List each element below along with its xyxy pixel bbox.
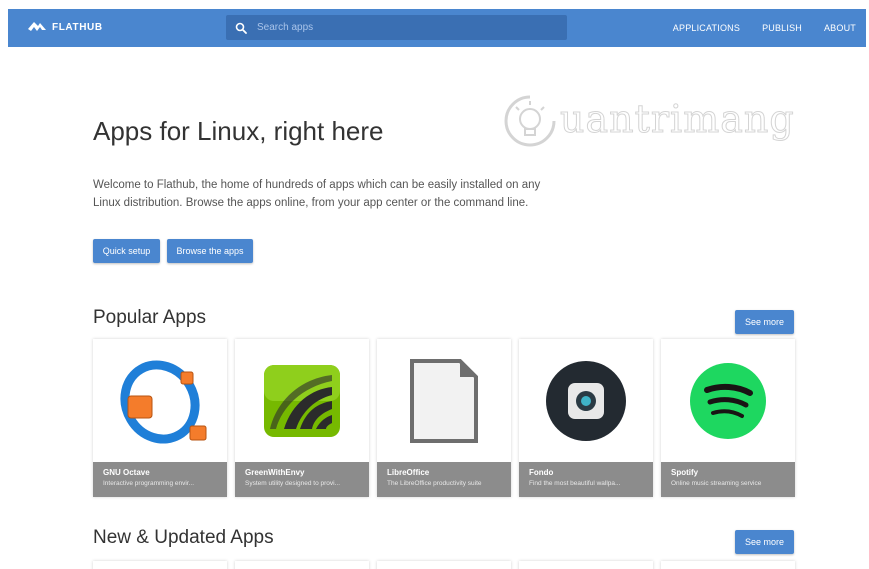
app-summary: System utility designed to provi... (245, 480, 341, 487)
search-input[interactable] (257, 22, 557, 33)
new-updated-apps-list (93, 561, 795, 569)
search-bar[interactable] (226, 15, 567, 40)
app-card-image (377, 339, 511, 462)
app-card-footer: Fondo Find the most beautiful wallpa... (519, 462, 653, 497)
hero-description: Welcome to Flathub, the home of hundreds… (93, 179, 541, 209)
app-card-footer: GreenWithEnvy System utility designed to… (235, 462, 369, 497)
app-summary: Interactive programming envir... (103, 480, 195, 487)
app-name: Fondo (529, 468, 554, 477)
new-updated-apps-title: New & Updated Apps (93, 527, 274, 548)
app-card-image (661, 339, 795, 462)
app-summary: Online music streaming service (671, 480, 762, 487)
app-name: GreenWithEnvy (245, 468, 305, 477)
top-navbar: FLATHUB APPLICATIONS PUBLISH ABOUT (8, 9, 866, 47)
app-card[interactable] (235, 561, 369, 569)
app-card-image (93, 339, 227, 462)
app-card-footer: Spotify Online music streaming service (661, 462, 795, 497)
app-card-image (519, 339, 653, 462)
app-card-greenwithenvy[interactable]: GreenWithEnvy System utility designed to… (235, 339, 369, 497)
main-nav: APPLICATIONS PUBLISH ABOUT (673, 9, 866, 47)
flathub-logo[interactable]: FLATHUB (27, 20, 103, 34)
popular-apps-list: GNU Octave Interactive programming envir… (93, 339, 795, 497)
nav-publish[interactable]: PUBLISH (762, 23, 802, 33)
app-card-footer: LibreOffice The LibreOffice productivity… (377, 462, 511, 497)
app-card[interactable] (93, 561, 227, 569)
app-summary: The LibreOffice productivity suite (387, 480, 482, 487)
page-title: Apps for Linux, right here (93, 116, 384, 146)
app-name: Spotify (671, 468, 699, 477)
nav-about[interactable]: ABOUT (824, 23, 856, 33)
app-card-libreoffice[interactable]: LibreOffice The LibreOffice productivity… (377, 339, 511, 497)
spotify-icon (690, 362, 766, 439)
octave-icon (120, 359, 207, 444)
logo-text: FLATHUB (52, 21, 103, 33)
browse-apps-button[interactable]: Browse the apps (167, 239, 253, 263)
quick-setup-button[interactable]: Quick setup (93, 239, 160, 263)
app-card-gnu-octave[interactable]: GNU Octave Interactive programming envir… (93, 339, 227, 497)
popular-see-more-button[interactable]: See more (735, 310, 794, 334)
new-updated-see-more-button[interactable]: See more (735, 530, 794, 554)
app-name: LibreOffice (387, 468, 430, 477)
watermark-text: uantrimang (560, 97, 795, 142)
watermark-bulb-icon (504, 95, 556, 147)
app-summary: Find the most beautiful wallpa... (529, 480, 621, 487)
popular-apps-title: Popular Apps (93, 307, 207, 328)
app-card[interactable] (377, 561, 511, 569)
app-card-spotify[interactable]: Spotify Online music streaming service (661, 339, 795, 497)
app-card-image (235, 339, 369, 462)
app-card-footer: GNU Octave Interactive programming envir… (93, 462, 227, 497)
search-icon (235, 22, 247, 34)
fondo-icon (546, 360, 626, 441)
app-card[interactable] (661, 561, 795, 569)
flathub-logo-icon (28, 22, 46, 31)
app-name: GNU Octave (103, 468, 150, 477)
greenwithenvy-icon (264, 364, 340, 437)
watermark: uantrimang (500, 89, 800, 153)
libreoffice-icon (410, 358, 478, 443)
app-card[interactable] (519, 561, 653, 569)
nav-applications[interactable]: APPLICATIONS (673, 23, 740, 33)
app-card-fondo[interactable]: Fondo Find the most beautiful wallpa... (519, 339, 653, 497)
